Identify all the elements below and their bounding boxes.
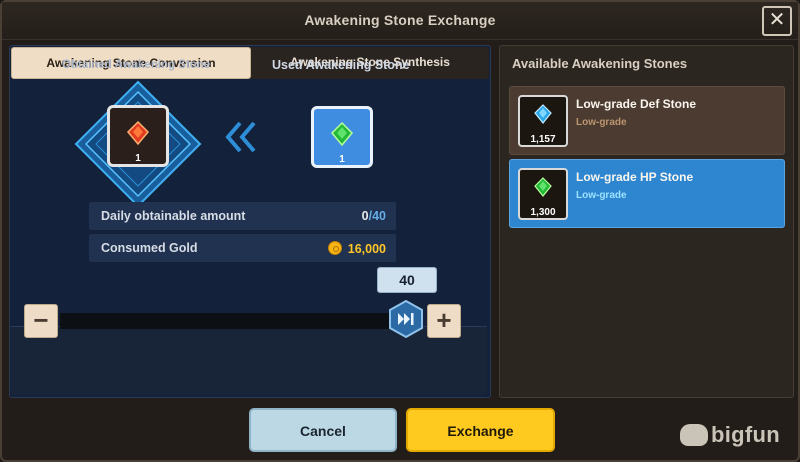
bigfun-cat-icon (680, 424, 708, 446)
obtained-stone-label: Obtained Awakening Stone (62, 59, 211, 71)
consumed-gold-row: Consumed Gold 16,000 (89, 234, 396, 262)
gold-amount: 16,000 (347, 242, 386, 256)
stone-qty: 1,300 (530, 207, 556, 218)
decrease-button[interactable]: − (24, 304, 58, 338)
red-gem-icon (126, 120, 150, 146)
slider-max-knob[interactable] (389, 300, 423, 338)
available-stones-title: Available Awakening Stones (512, 56, 688, 71)
slider-value: 40 (377, 267, 437, 293)
available-stones-panel: Available Awakening Stones 1,157 Low-gra… (499, 45, 794, 398)
obtained-stone-slot: 1 (107, 105, 169, 167)
green-gem-icon (534, 177, 552, 197)
stone-grade: Low-grade (576, 117, 627, 128)
used-stone-label: Used Awakening Stone (272, 58, 410, 72)
cancel-button[interactable]: Cancel (249, 408, 397, 452)
stone-name: Low-grade Def Stone (576, 97, 697, 111)
stone-item-hp[interactable]: 1,300 Low-grade HP Stone Low-grade (509, 159, 785, 228)
exchange-button[interactable]: Exchange (406, 408, 555, 452)
quantity-slider-track[interactable] (60, 313, 422, 329)
stone-name: Low-grade HP Stone (576, 170, 694, 184)
daily-amount-label: Daily obtainable amount (101, 209, 246, 223)
blue-gem-icon (534, 104, 552, 124)
green-gem-icon (330, 121, 354, 147)
consumed-gold-value: 16,000 (327, 241, 386, 256)
daily-current: 0 (361, 209, 369, 223)
stone-qty: 1,157 (530, 134, 556, 145)
daily-amount-value: 0/40 (362, 209, 386, 223)
daily-max: 40 (372, 209, 386, 223)
close-button[interactable]: ✕ (762, 6, 792, 36)
close-icon: ✕ (768, 9, 786, 31)
used-stone-slot: 1 (311, 106, 373, 168)
stone-icon-slot: 1,300 (518, 168, 568, 220)
exchange-window: Awakening Stone Exchange ✕ Awakening Sto… (0, 0, 800, 462)
increase-button[interactable]: + (427, 304, 461, 338)
obtained-qty: 1 (135, 153, 141, 164)
daily-amount-row: Daily obtainable amount 0/40 (89, 202, 396, 230)
stone-icon-slot: 1,157 (518, 95, 568, 147)
double-chevron-left-icon (225, 121, 256, 153)
slider-fill (60, 313, 422, 329)
used-qty: 1 (339, 154, 345, 165)
watermark-logo: bigfun (680, 422, 780, 448)
consumed-gold-label: Consumed Gold (101, 241, 198, 255)
stone-item-def[interactable]: 1,157 Low-grade Def Stone Low-grade (509, 86, 785, 155)
title-bar: Awakening Stone Exchange ✕ (2, 2, 798, 40)
stone-list: 1,157 Low-grade Def Stone Low-grade 1,30… (509, 86, 785, 232)
watermark-text: bigfun (711, 422, 780, 447)
window-title: Awakening Stone Exchange (304, 12, 496, 28)
gold-coin-icon (327, 241, 342, 255)
stone-grade: Low-grade (576, 190, 627, 201)
